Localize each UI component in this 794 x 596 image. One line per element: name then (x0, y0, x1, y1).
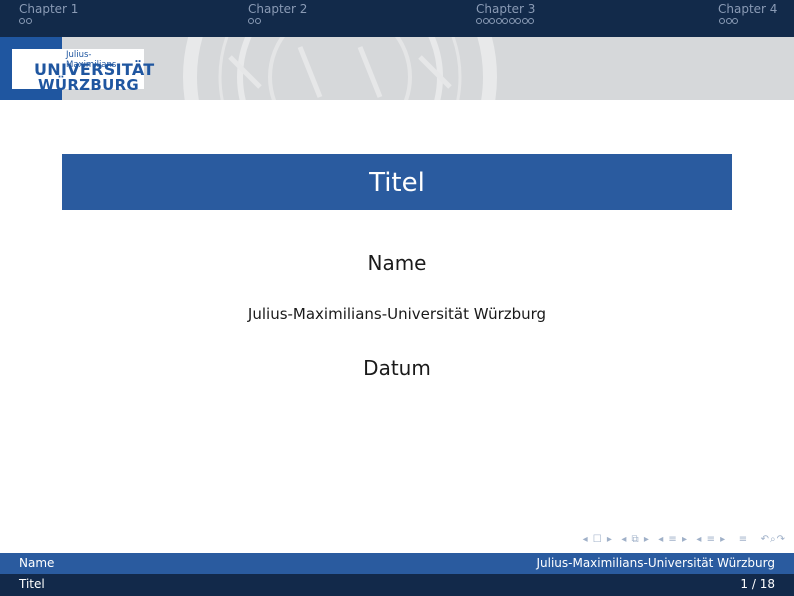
frame-dot[interactable] (248, 18, 254, 24)
nav-frame-icon[interactable]: ◂ ⧉ ▸ (621, 534, 650, 545)
slide-date: Datum (363, 356, 431, 380)
frame-dot[interactable] (528, 18, 534, 24)
footer-title: Titel (19, 577, 45, 591)
frame-dot[interactable] (725, 18, 732, 24)
frame-dot[interactable] (495, 18, 502, 24)
logo-text-wuerzburg: WÜRZBURG (38, 76, 140, 94)
footer-page-number: 1 / 18 (740, 577, 775, 591)
chapter-2-frame-dots[interactable] (248, 18, 261, 26)
nav-subsection-icon[interactable]: ◂ ≡ ▸ (658, 534, 688, 545)
university-logo: Julius-Maximilians- UNIVERSITÄT WÜRZBURG (12, 49, 154, 94)
slide-title: Titel (62, 154, 732, 210)
frame-dot[interactable] (476, 18, 482, 24)
footer-author: Name (19, 556, 55, 570)
frame-dot[interactable] (515, 18, 521, 24)
chapter-3-frame-dots[interactable] (476, 18, 535, 26)
chapter-4-link[interactable]: Chapter 4 (718, 2, 777, 16)
footer-author-bar: Name Julius-Maximilians-Universität Würz… (0, 553, 794, 574)
frame-dot[interactable] (482, 18, 489, 24)
chapter-3-link[interactable]: Chapter 3 (476, 2, 535, 16)
frame-dot[interactable] (508, 18, 515, 24)
footer-institute: Julius-Maximilians-Universität Würzburg (536, 556, 775, 570)
header-banner: Julius-Maximilians- UNIVERSITÄT WÜRZBURG (0, 37, 794, 100)
nav-section-icon[interactable]: ◂ ≡ ▸ (696, 534, 726, 545)
frame-dot[interactable] (732, 18, 738, 24)
frame-dot[interactable] (19, 18, 25, 24)
frame-dot[interactable] (521, 18, 528, 24)
frame-dot[interactable] (254, 18, 261, 24)
frame-dot[interactable] (719, 18, 725, 24)
chapter-4-frame-dots[interactable] (719, 18, 739, 26)
chapter-1-frame-dots[interactable] (19, 18, 32, 26)
nav-search-back-icon[interactable]: ↶⌕↷ (761, 534, 786, 545)
chapter-2-link[interactable]: Chapter 2 (248, 2, 307, 16)
beamer-navigation-symbols[interactable]: ◂ ☐ ▸ ◂ ⧉ ▸ ◂ ≡ ▸ ◂ ≡ ▸ ≡ ↶⌕↷ (583, 534, 786, 545)
institute-name: Julius-Maximilians-Universität Würzburg (247, 305, 547, 323)
frame-dot[interactable] (489, 18, 495, 24)
frame-dot[interactable] (25, 18, 32, 24)
author-name: Name (367, 251, 427, 275)
frame-dot[interactable] (502, 18, 508, 24)
chapter-1-link[interactable]: Chapter 1 (19, 2, 78, 16)
footer-title-bar: Titel 1 / 18 (0, 574, 794, 596)
university-seal-watermark (183, 37, 497, 100)
chapter-navigation-bar: Chapter 1 Chapter 2 Chapter 3 Chapter 4 (0, 0, 794, 37)
nav-toc-icon[interactable]: ≡ (739, 534, 748, 545)
nav-slide-prev-icon[interactable]: ◂ ☐ ▸ (583, 534, 613, 545)
